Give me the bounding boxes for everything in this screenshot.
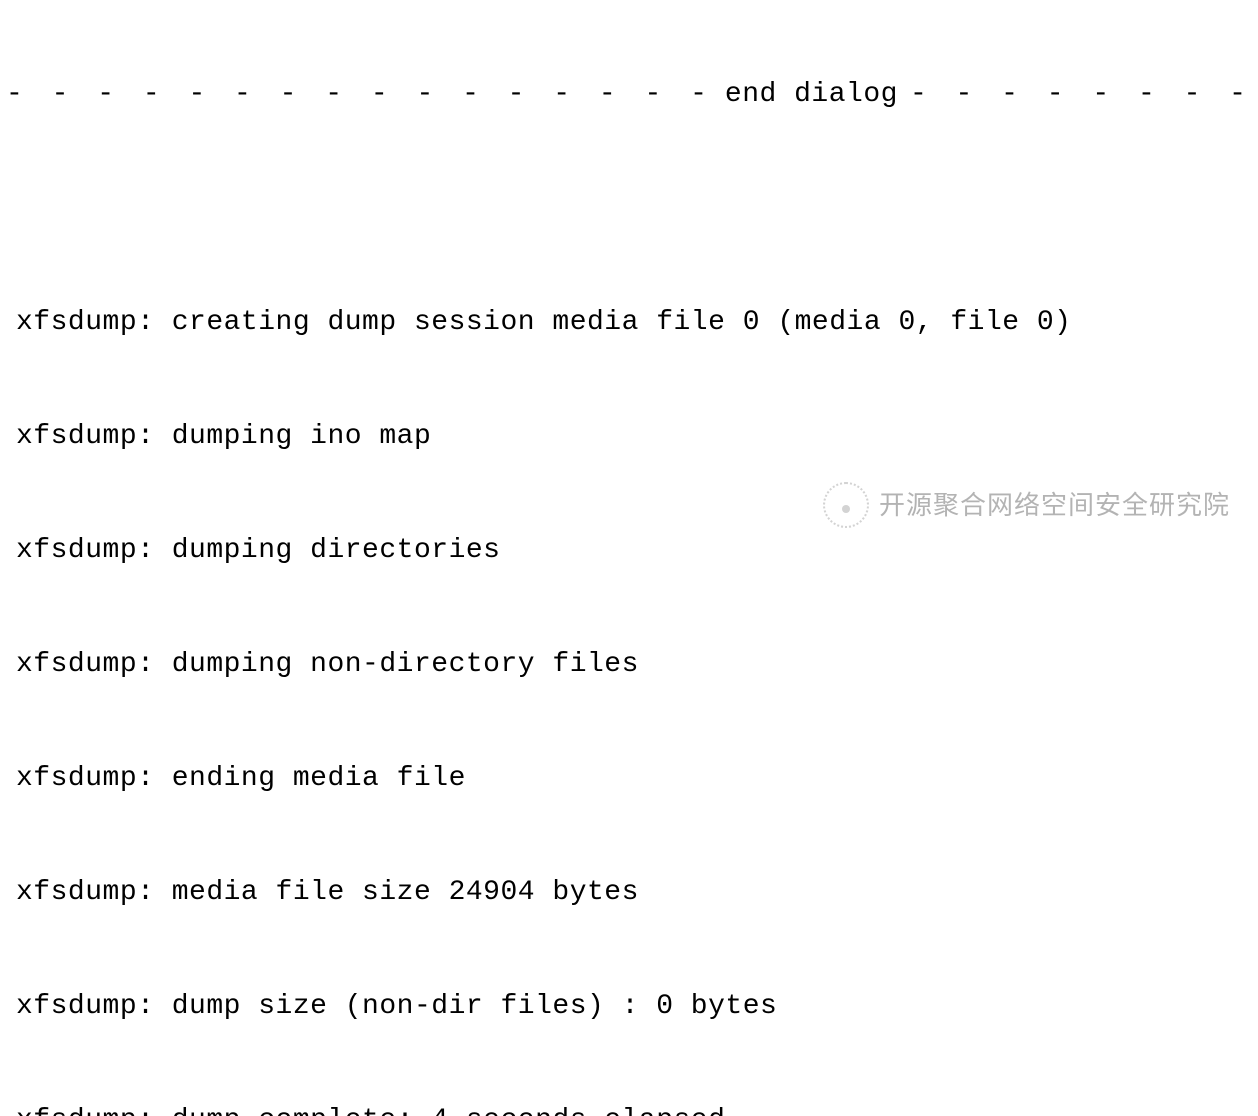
watermark-text: 开源聚合网络空间安全研究院 xyxy=(879,486,1230,524)
output-line: xfsdump: ending media file xyxy=(16,760,1242,798)
watermark: 开源聚合网络空间安全研究院 xyxy=(823,482,1230,528)
output-line: xfsdump: dump complete: 4 seconds elapse… xyxy=(16,1102,1242,1116)
separator-label: end dialog xyxy=(713,76,910,114)
output-line: xfsdump: dumping ino map xyxy=(16,418,1242,456)
separator-dashes-left: - - - - - - - - - - - - - - - - - - - - … xyxy=(0,76,713,114)
output-line: xfsdump: dump size (non-dir files) : 0 b… xyxy=(16,988,1242,1026)
output-line: xfsdump: media file size 24904 bytes xyxy=(16,874,1242,912)
watermark-logo-icon xyxy=(823,482,869,528)
end-dialog-separator: - - - - - - - - - - - - - - - - - - - - … xyxy=(16,76,1242,114)
output-line: xfsdump: dumping directories xyxy=(16,532,1242,570)
output-line: xfsdump: dumping non-directory files xyxy=(16,646,1242,684)
terminal-output[interactable]: - - - - - - - - - - - - - - - - - - - - … xyxy=(16,0,1242,1116)
separator-dashes-right: - - - - - - - - - - - - - - - - - - - - … xyxy=(910,76,1258,114)
blank-line xyxy=(16,190,1242,228)
output-line: xfsdump: creating dump session media fil… xyxy=(16,304,1242,342)
